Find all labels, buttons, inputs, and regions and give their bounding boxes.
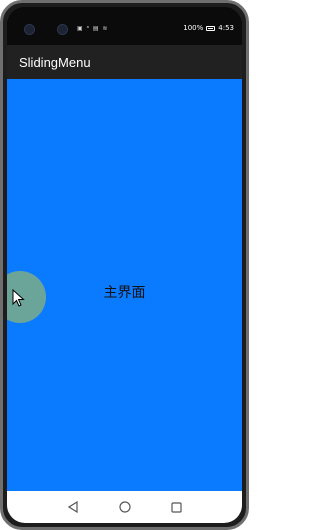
home-button[interactable] [118, 500, 132, 514]
status-right: 100% 4:53 [183, 24, 234, 32]
front-camera-icon [24, 24, 35, 35]
phone-screen: ▣ ᵃ ▤ ≋ 100% 4:53 SlidingMenu 主界面 [7, 7, 242, 523]
battery-icon [206, 25, 216, 31]
circle-home-icon [118, 501, 131, 513]
recents-button[interactable] [170, 500, 184, 514]
app-bar: SlidingMenu [7, 45, 242, 79]
clock: 4:53 [218, 24, 234, 32]
front-camera-icon [57, 24, 68, 35]
triangle-back-icon [67, 501, 78, 513]
back-button[interactable] [66, 500, 80, 514]
phone-frame: ▣ ᵃ ▤ ≋ 100% 4:53 SlidingMenu 主界面 [0, 0, 249, 530]
app-title: SlidingMenu [19, 54, 91, 70]
status-bar: ▣ ᵃ ▤ ≋ 100% 4:53 [7, 7, 242, 45]
navigation-bar [7, 491, 242, 523]
status-icons: ▣ ᵃ ▤ ≋ [77, 25, 109, 32]
mouse-pointer-icon [12, 289, 25, 307]
battery-percent: 100% [183, 24, 204, 32]
square-recents-icon [171, 501, 182, 513]
